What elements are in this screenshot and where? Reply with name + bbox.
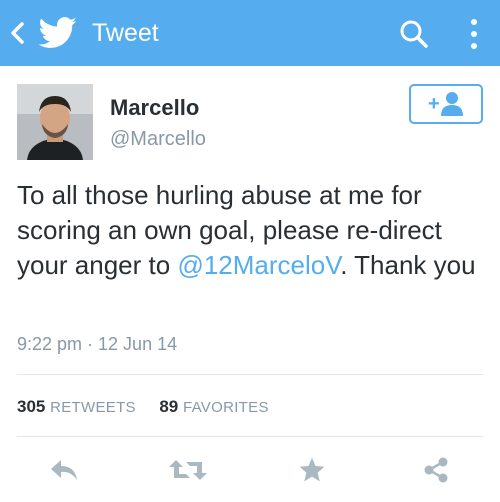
retweets-stat[interactable]: 305 RETWEETS: [17, 396, 136, 419]
divider: [17, 374, 483, 375]
favorite-button[interactable]: [290, 450, 334, 490]
retweets-label: RETWEETS: [50, 399, 136, 416]
reply-icon: [51, 460, 77, 480]
divider: [17, 436, 483, 437]
reply-button[interactable]: [42, 450, 86, 490]
favorites-stat[interactable]: 89 FAVORITES: [159, 396, 268, 419]
profile-photo: [17, 84, 93, 160]
tweet-text: To all those hurling abuse at me for sco…: [17, 178, 483, 283]
tweet-timestamp: 9:22 pm · 12 Jun 14: [17, 334, 178, 354]
follow-plus-label: +: [428, 93, 440, 115]
tweet-text-after: . Thank you: [340, 250, 476, 280]
favorite-star-icon: [299, 457, 325, 482]
follow-button[interactable]: +: [409, 84, 483, 124]
app-bar-title: Tweet: [92, 19, 159, 47]
more-vertical-icon[interactable]: [467, 17, 481, 51]
add-user-icon: +: [428, 92, 463, 116]
author-handle[interactable]: @Marcello: [110, 127, 206, 151]
mention-link[interactable]: @12MarceloV: [177, 250, 340, 280]
retweets-count: 305: [17, 397, 46, 416]
share-icon: [424, 457, 448, 483]
favorites-label: FAVORITES: [182, 399, 269, 416]
retweet-icon: [169, 460, 207, 480]
tweet-actions: [0, 450, 500, 490]
app-bar: Tweet: [0, 0, 500, 66]
twitter-bird-icon: [38, 17, 77, 48]
author-name[interactable]: Marcello: [110, 95, 199, 121]
tweet-stats: 305 RETWEETS 89 FAVORITES: [17, 396, 269, 419]
share-button[interactable]: [414, 450, 458, 490]
chevron-left-icon[interactable]: [8, 20, 26, 46]
search-icon[interactable]: [398, 18, 430, 50]
avatar[interactable]: [17, 84, 93, 160]
favorites-count: 89: [159, 397, 179, 416]
retweet-button[interactable]: [164, 450, 212, 490]
